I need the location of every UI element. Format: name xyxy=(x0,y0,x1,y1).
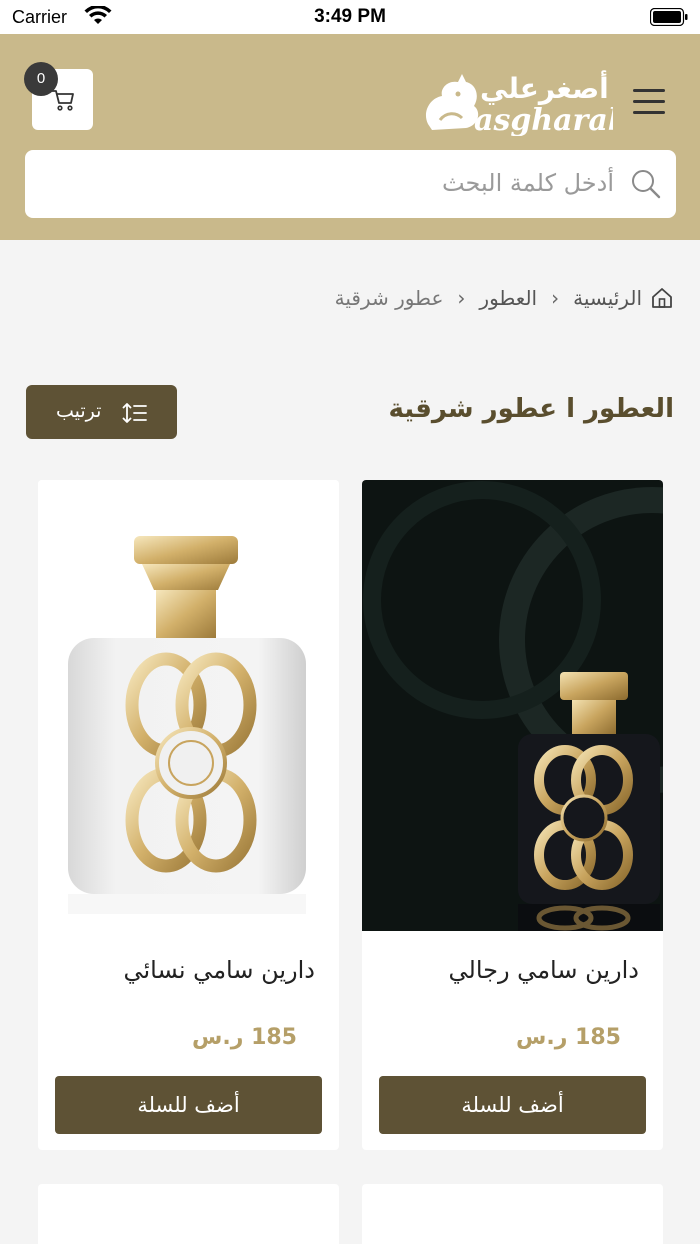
search-input[interactable]: أدخل كلمة البحث xyxy=(442,169,614,197)
product-card[interactable]: دارين سامي رجالي 185 ر.س أضف للسلة xyxy=(362,480,663,1150)
product-name[interactable]: دارين سامي نسائي xyxy=(123,956,315,984)
breadcrumb: الرئيسية ‹ العطور ‹ عطور شرقية xyxy=(335,286,674,310)
logo-latin: asgharali xyxy=(474,103,613,136)
app-header: 0 أصغرعلي asgharali أدخل كلمة البحث xyxy=(0,34,700,240)
sort-label: ترتيب xyxy=(56,400,102,422)
logo-arabic: أصغرعلي xyxy=(480,70,609,105)
page-title: العطور ا عطور شرقية xyxy=(388,394,674,424)
product-image[interactable] xyxy=(362,480,663,931)
breadcrumb-current: عطور شرقية xyxy=(334,286,444,310)
sort-icon xyxy=(122,403,147,423)
sort-button[interactable]: ترتيب xyxy=(26,385,177,439)
product-price: 185 ر.س xyxy=(516,1025,621,1050)
product-image[interactable] xyxy=(38,480,339,931)
add-to-cart-button[interactable]: أضف للسلة xyxy=(379,1076,646,1134)
cart-icon xyxy=(52,90,74,111)
battery-icon xyxy=(650,8,688,26)
product-card[interactable]: دارين سامي نسائي 185 ر.س أضف للسلة xyxy=(38,480,339,1150)
cart-count-badge: 0 xyxy=(24,62,58,96)
search-icon[interactable] xyxy=(630,168,662,200)
product-card[interactable] xyxy=(38,1184,339,1244)
brand-logo[interactable]: أصغرعلي asgharali xyxy=(418,62,613,136)
breadcrumb-perfumes[interactable]: العطور xyxy=(479,286,537,310)
add-to-cart-button[interactable]: أضف للسلة xyxy=(55,1076,322,1134)
status-bar: Carrier 3:49 PM xyxy=(0,0,700,34)
search-bar[interactable]: أدخل كلمة البحث xyxy=(25,150,676,218)
product-card[interactable] xyxy=(362,1184,663,1244)
product-name[interactable]: دارين سامي رجالي xyxy=(449,956,640,984)
product-price: 185 ر.س xyxy=(192,1025,297,1050)
hamburger-menu-icon[interactable] xyxy=(630,87,670,117)
chevron-left-icon: ‹ xyxy=(551,286,560,310)
breadcrumb-home[interactable]: الرئيسية xyxy=(573,286,642,310)
chevron-left-icon: ‹ xyxy=(457,286,466,310)
home-icon[interactable] xyxy=(650,286,674,310)
clock: 3:49 PM xyxy=(314,6,386,27)
